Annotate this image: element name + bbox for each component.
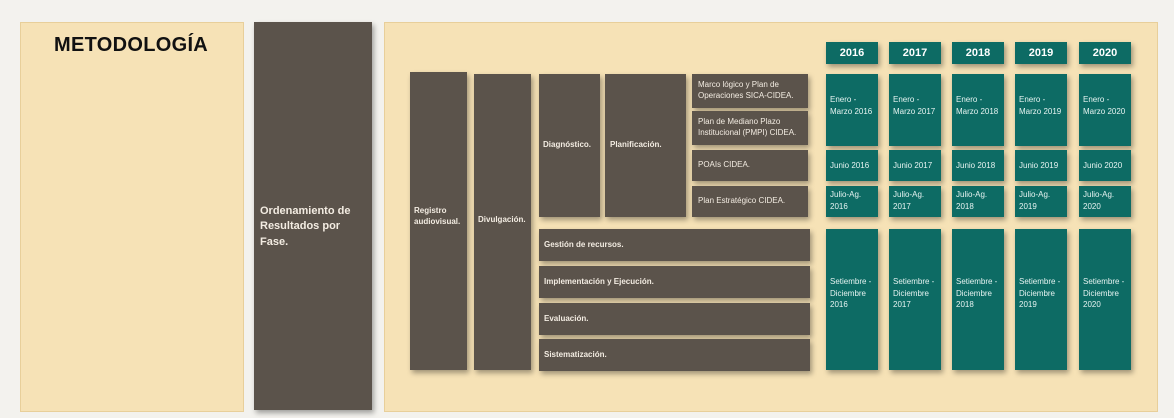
row-label: Implementación y Ejecución. (544, 276, 654, 286)
period-label: Julio-Ag. 2018 (956, 190, 988, 211)
diagnostico-label: Diagnóstico. (543, 140, 592, 150)
period-label: Julio-Ag. 2016 (830, 190, 862, 211)
period-label: Enero - Marzo 2019 (1019, 95, 1062, 116)
row-evaluacion: Evaluación. (539, 303, 810, 335)
period-label: Enero - Marzo 2017 (893, 95, 936, 116)
page-title: METODOLOGÍA (54, 34, 209, 56)
plan-item-3: POAIs CIDEA. (692, 150, 808, 181)
plan-item-label: POAIs CIDEA. (698, 160, 751, 170)
period-label: Junio 2018 (956, 160, 996, 170)
period-label: Setiembre - Diciembre 2016 (830, 277, 872, 310)
period-junio: Junio 2018 (952, 150, 1004, 181)
year-header: 2016 (826, 42, 878, 64)
period-junio: Junio 2016 (826, 150, 878, 181)
audiovisual-box: Registro audiovisual. (410, 72, 467, 370)
period-julio-ag: Julio-Ag. 2017 (889, 186, 941, 217)
period-enero-marzo: Enero - Marzo 2020 (1079, 74, 1131, 146)
period-enero-marzo: Enero - Marzo 2019 (1015, 74, 1067, 146)
planificacion-label: Planificación. (610, 140, 662, 150)
period-label: Setiembre - Diciembre 2018 (956, 277, 998, 310)
planificacion-box: Planificación. (605, 74, 686, 217)
period-label: Setiembre - Diciembre 2017 (893, 277, 935, 310)
divulgacion-label: Divulgación. (478, 215, 526, 224)
plan-item-2: Plan de Mediano Plazo Institucional (PMP… (692, 111, 808, 145)
phase-ordering-box: Ordenamiento de Resultados por Fase. (254, 22, 372, 410)
phase-ordering-label: Ordenamiento de Resultados por Fase. (260, 205, 351, 248)
period-label: Julio-Ag. 2019 (1019, 190, 1051, 211)
divulgacion-box: Divulgación. (474, 74, 531, 370)
row-label: Gestión de recursos. (544, 239, 624, 249)
period-label: Junio 2019 (1019, 160, 1059, 170)
plan-item-1: Marco lógico y Plan de Operaciones SICA-… (692, 74, 808, 108)
year-header: 2017 (889, 42, 941, 64)
plan-item-label: Plan de Mediano Plazo Institucional (PMP… (698, 117, 797, 137)
plan-item-label: Marco lógico y Plan de Operaciones SICA-… (698, 80, 794, 100)
year-header: 2019 (1015, 42, 1067, 64)
audiovisual-label: Registro audiovisual. (414, 206, 461, 226)
year-header: 2018 (952, 42, 1004, 64)
year-label: 2016 (839, 47, 865, 59)
year-label: 2020 (1092, 47, 1118, 59)
period-label: Enero - Marzo 2020 (1083, 95, 1126, 116)
period-julio-ag: Julio-Ag. 2020 (1079, 186, 1131, 217)
row-sistematizacion: Sistematización. (539, 339, 810, 371)
diagnostico-box: Diagnóstico. (539, 74, 600, 217)
period-label: Julio-Ag. 2020 (1083, 190, 1115, 211)
year-header: 2020 (1079, 42, 1131, 64)
row-implementacion: Implementación y Ejecución. (539, 266, 810, 298)
period-julio-ag: Julio-Ag. 2018 (952, 186, 1004, 217)
row-label: Evaluación. (544, 313, 589, 323)
period-label: Enero - Marzo 2018 (956, 95, 999, 116)
row-gestion: Gestión de recursos. (539, 229, 810, 261)
period-junio: Junio 2017 (889, 150, 941, 181)
period-label: Setiembre - Diciembre 2019 (1019, 277, 1061, 310)
period-label: Enero - Marzo 2016 (830, 95, 873, 116)
period-julio-ag: Julio-Ag. 2016 (826, 186, 878, 217)
period-junio: Junio 2020 (1079, 150, 1131, 181)
plan-item-4: Plan Estratégico CIDEA. (692, 186, 808, 217)
period-enero-marzo: Enero - Marzo 2016 (826, 74, 878, 146)
left-panel (20, 22, 244, 412)
period-setiembre-diciembre: Setiembre - Diciembre 2020 (1079, 229, 1131, 370)
period-setiembre-diciembre: Setiembre - Diciembre 2018 (952, 229, 1004, 370)
year-label: 2018 (965, 47, 991, 59)
period-label: Setiembre - Diciembre 2020 (1083, 277, 1125, 310)
row-label: Sistematización. (544, 349, 607, 359)
period-junio: Junio 2019 (1015, 150, 1067, 181)
plan-item-label: Plan Estratégico CIDEA. (698, 196, 786, 206)
period-label: Junio 2016 (830, 160, 870, 170)
period-enero-marzo: Enero - Marzo 2017 (889, 74, 941, 146)
period-label: Junio 2017 (893, 160, 933, 170)
year-label: 2017 (902, 47, 928, 59)
period-setiembre-diciembre: Setiembre - Diciembre 2017 (889, 229, 941, 370)
period-julio-ag: Julio-Ag. 2019 (1015, 186, 1067, 217)
period-label: Junio 2020 (1083, 160, 1123, 170)
year-label: 2019 (1028, 47, 1054, 59)
period-setiembre-diciembre: Setiembre - Diciembre 2016 (826, 229, 878, 370)
period-setiembre-diciembre: Setiembre - Diciembre 2019 (1015, 229, 1067, 370)
period-enero-marzo: Enero - Marzo 2018 (952, 74, 1004, 146)
period-label: Julio-Ag. 2017 (893, 190, 925, 211)
